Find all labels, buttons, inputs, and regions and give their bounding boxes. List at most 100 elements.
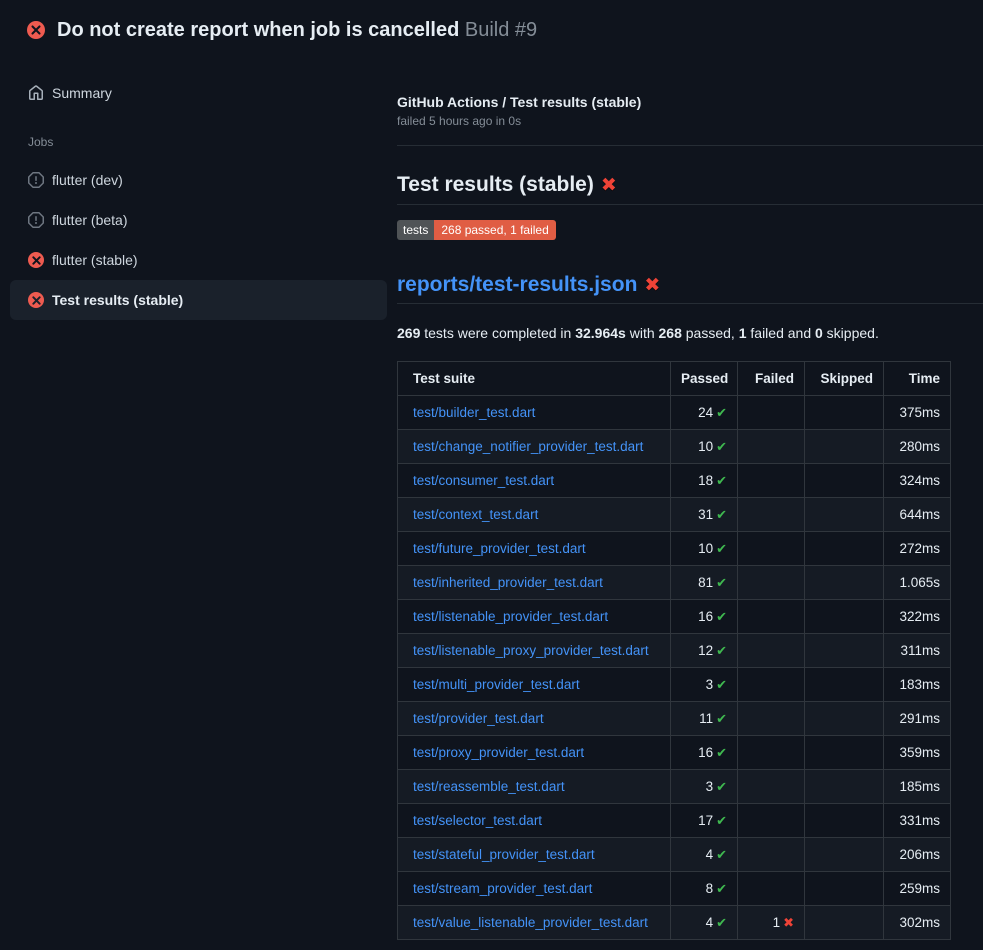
divider: [397, 145, 983, 146]
check-icon: ✔: [716, 405, 727, 420]
test-suite-link[interactable]: test/consumer_test.dart: [413, 473, 554, 488]
skipped-cell: [805, 804, 884, 838]
test-suite-cell: test/stateful_provider_test.dart: [398, 838, 671, 872]
passed-cell: 8✔: [671, 872, 738, 906]
sidebar-item-flutter-beta[interactable]: flutter (beta): [10, 200, 387, 240]
passed-cell: 10✔: [671, 532, 738, 566]
passed-cell: 24✔: [671, 396, 738, 430]
check-run-title: Do not create report when job is cancell…: [57, 19, 459, 41]
test-suite-link[interactable]: test/value_listenable_provider_test.dart: [413, 915, 648, 930]
sidebar-item-summary[interactable]: Summary: [10, 73, 387, 113]
test-suite-link[interactable]: test/provider_test.dart: [413, 711, 544, 726]
check-icon: ✔: [716, 677, 727, 692]
check-icon: ✔: [716, 813, 727, 828]
table-row: test/reassemble_test.dart3✔185ms: [398, 770, 951, 804]
check-icon: ✔: [716, 439, 727, 454]
test-suite-link[interactable]: test/builder_test.dart: [413, 405, 535, 420]
test-suite-cell: test/selector_test.dart: [398, 804, 671, 838]
jobs-list: flutter (dev) flutter (beta) flutter (st…: [10, 160, 387, 320]
jobs-section-label: Jobs: [28, 135, 387, 149]
check-icon: ✔: [716, 915, 727, 930]
report-title: reports/test-results.json✖: [397, 272, 983, 304]
time-cell: 302ms: [884, 906, 951, 940]
table-row: test/listenable_proxy_provider_test.dart…: [398, 634, 951, 668]
check-icon: ✔: [716, 643, 727, 658]
sidebar-item-label: Summary: [52, 85, 112, 101]
passed-cell: 4✔: [671, 838, 738, 872]
failed-cell: [738, 872, 805, 906]
test-suite-link[interactable]: test/listenable_proxy_provider_test.dart: [413, 643, 649, 658]
home-icon: [28, 85, 44, 101]
passed-cell: 16✔: [671, 736, 738, 770]
sidebar-item-flutter-stable[interactable]: flutter (stable): [10, 240, 387, 280]
time-cell: 206ms: [884, 838, 951, 872]
check-icon: ✔: [716, 507, 727, 522]
page-title: Do not create report when job is cancell…: [57, 19, 537, 42]
sidebar-item-label: Test results (stable): [52, 292, 183, 308]
check-run-content: GitHub Actions / Test results (stable) f…: [397, 60, 983, 940]
x-icon: ✖: [783, 915, 794, 930]
failed-status-icon: [28, 292, 44, 308]
sidebar-item-flutter-dev[interactable]: flutter (dev): [10, 160, 387, 200]
test-suite-cell: test/reassemble_test.dart: [398, 770, 671, 804]
sidebar-item-test-results-stable[interactable]: Test results (stable): [10, 280, 387, 320]
breadcrumb: GitHub Actions / Test results (stable): [397, 93, 983, 111]
test-suite-cell: test/context_test.dart: [398, 498, 671, 532]
failed-cell: [738, 702, 805, 736]
passed-cell: 10✔: [671, 430, 738, 464]
test-suite-link[interactable]: test/stateful_provider_test.dart: [413, 847, 595, 862]
test-suite-link[interactable]: test/selector_test.dart: [413, 813, 542, 828]
duration: 32.964s: [575, 325, 626, 341]
test-suite-link[interactable]: test/listenable_provider_test.dart: [413, 609, 608, 624]
table-header-row: Test suite Passed Failed Skipped Time: [398, 362, 951, 396]
skipped-cell: [805, 668, 884, 702]
passed-cell: 12✔: [671, 634, 738, 668]
cancelled-icon: [28, 212, 44, 228]
failed-cell: [738, 430, 805, 464]
summary-text: tests were completed in: [420, 325, 575, 341]
test-suite-link[interactable]: test/stream_provider_test.dart: [413, 881, 592, 896]
summary-text: with: [626, 325, 659, 341]
table-row: test/context_test.dart31✔644ms: [398, 498, 951, 532]
test-suite-cell: test/listenable_proxy_provider_test.dart: [398, 634, 671, 668]
skipped-cell: [805, 702, 884, 736]
skipped-cell: [805, 838, 884, 872]
test-suite-cell: test/multi_provider_test.dart: [398, 668, 671, 702]
passed-cell: 16✔: [671, 600, 738, 634]
time-cell: 291ms: [884, 702, 951, 736]
check-icon: ✔: [716, 779, 727, 794]
test-suite-link[interactable]: test/change_notifier_provider_test.dart: [413, 439, 643, 454]
col-time: Time: [884, 362, 951, 396]
test-suite-link[interactable]: test/context_test.dart: [413, 507, 538, 522]
test-suite-cell: test/future_provider_test.dart: [398, 532, 671, 566]
passed-count: 268: [659, 325, 682, 341]
col-test-suite: Test suite: [398, 362, 671, 396]
skipped-cell: [805, 872, 884, 906]
test-suite-link[interactable]: test/inherited_provider_test.dart: [413, 575, 603, 590]
skipped-cell: [805, 464, 884, 498]
test-suite-link[interactable]: test/proxy_provider_test.dart: [413, 745, 584, 760]
test-suite-cell: test/value_listenable_provider_test.dart: [398, 906, 671, 940]
skipped-cell: [805, 736, 884, 770]
skipped-cell: [805, 634, 884, 668]
badge-value: 268 passed, 1 failed: [434, 220, 555, 240]
skipped-cell: [805, 532, 884, 566]
col-failed: Failed: [738, 362, 805, 396]
test-suite-cell: test/provider_test.dart: [398, 702, 671, 736]
test-suite-link[interactable]: test/future_provider_test.dart: [413, 541, 586, 556]
failed-cell: [738, 600, 805, 634]
sidebar: Summary Jobs flutter (dev) flutter (beta…: [0, 60, 397, 320]
failed-cell: [738, 566, 805, 600]
time-cell: 259ms: [884, 872, 951, 906]
passed-cell: 11✔: [671, 702, 738, 736]
test-suite-link[interactable]: test/reassemble_test.dart: [413, 779, 565, 794]
failed-status-icon: [27, 21, 45, 39]
table-row: test/builder_test.dart24✔375ms: [398, 396, 951, 430]
check-icon: ✔: [716, 745, 727, 760]
report-file-link[interactable]: reports/test-results.json: [397, 273, 637, 296]
tests-badge: tests 268 passed, 1 failed: [397, 220, 556, 240]
skipped-cell: [805, 430, 884, 464]
test-suite-link[interactable]: test/multi_provider_test.dart: [413, 677, 580, 692]
col-skipped: Skipped: [805, 362, 884, 396]
test-suite-cell: test/inherited_provider_test.dart: [398, 566, 671, 600]
